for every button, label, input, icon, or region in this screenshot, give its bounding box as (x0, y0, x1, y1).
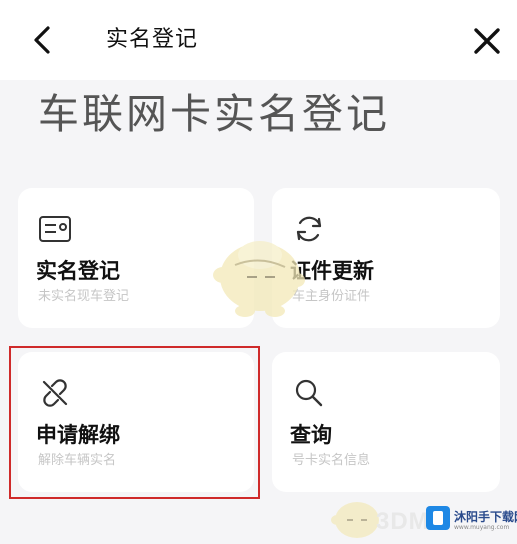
card-subtitle: 号卡实名信息 (292, 453, 371, 468)
query-card[interactable]: 查询 号卡实名信息 (272, 352, 500, 492)
site-name: 沐阳手下载网 (454, 510, 517, 524)
back-button[interactable] (28, 24, 58, 56)
mascot-watermark-icon (213, 241, 305, 317)
close-icon (474, 28, 500, 54)
card-subtitle: 未实名现车登记 (38, 289, 130, 304)
site-logo-icon (426, 506, 450, 530)
card-label: 查询 (290, 423, 332, 447)
app-header: 实名登记 (0, 0, 517, 80)
page-title: 车联网卡实名登记 (38, 90, 390, 138)
site-watermark: 沐阳手下载网 www.muyang.com (424, 500, 517, 536)
site-url: www.muyang.com (454, 524, 510, 531)
header-title: 实名登记 (106, 27, 199, 52)
id-card-icon (39, 216, 71, 242)
chevron-left-icon (34, 26, 50, 54)
highlight-box (9, 346, 260, 499)
search-icon (295, 379, 323, 407)
close-button[interactable] (470, 24, 504, 58)
brand-watermark: 3DM (376, 508, 430, 535)
card-label: 实名登记 (36, 259, 120, 283)
